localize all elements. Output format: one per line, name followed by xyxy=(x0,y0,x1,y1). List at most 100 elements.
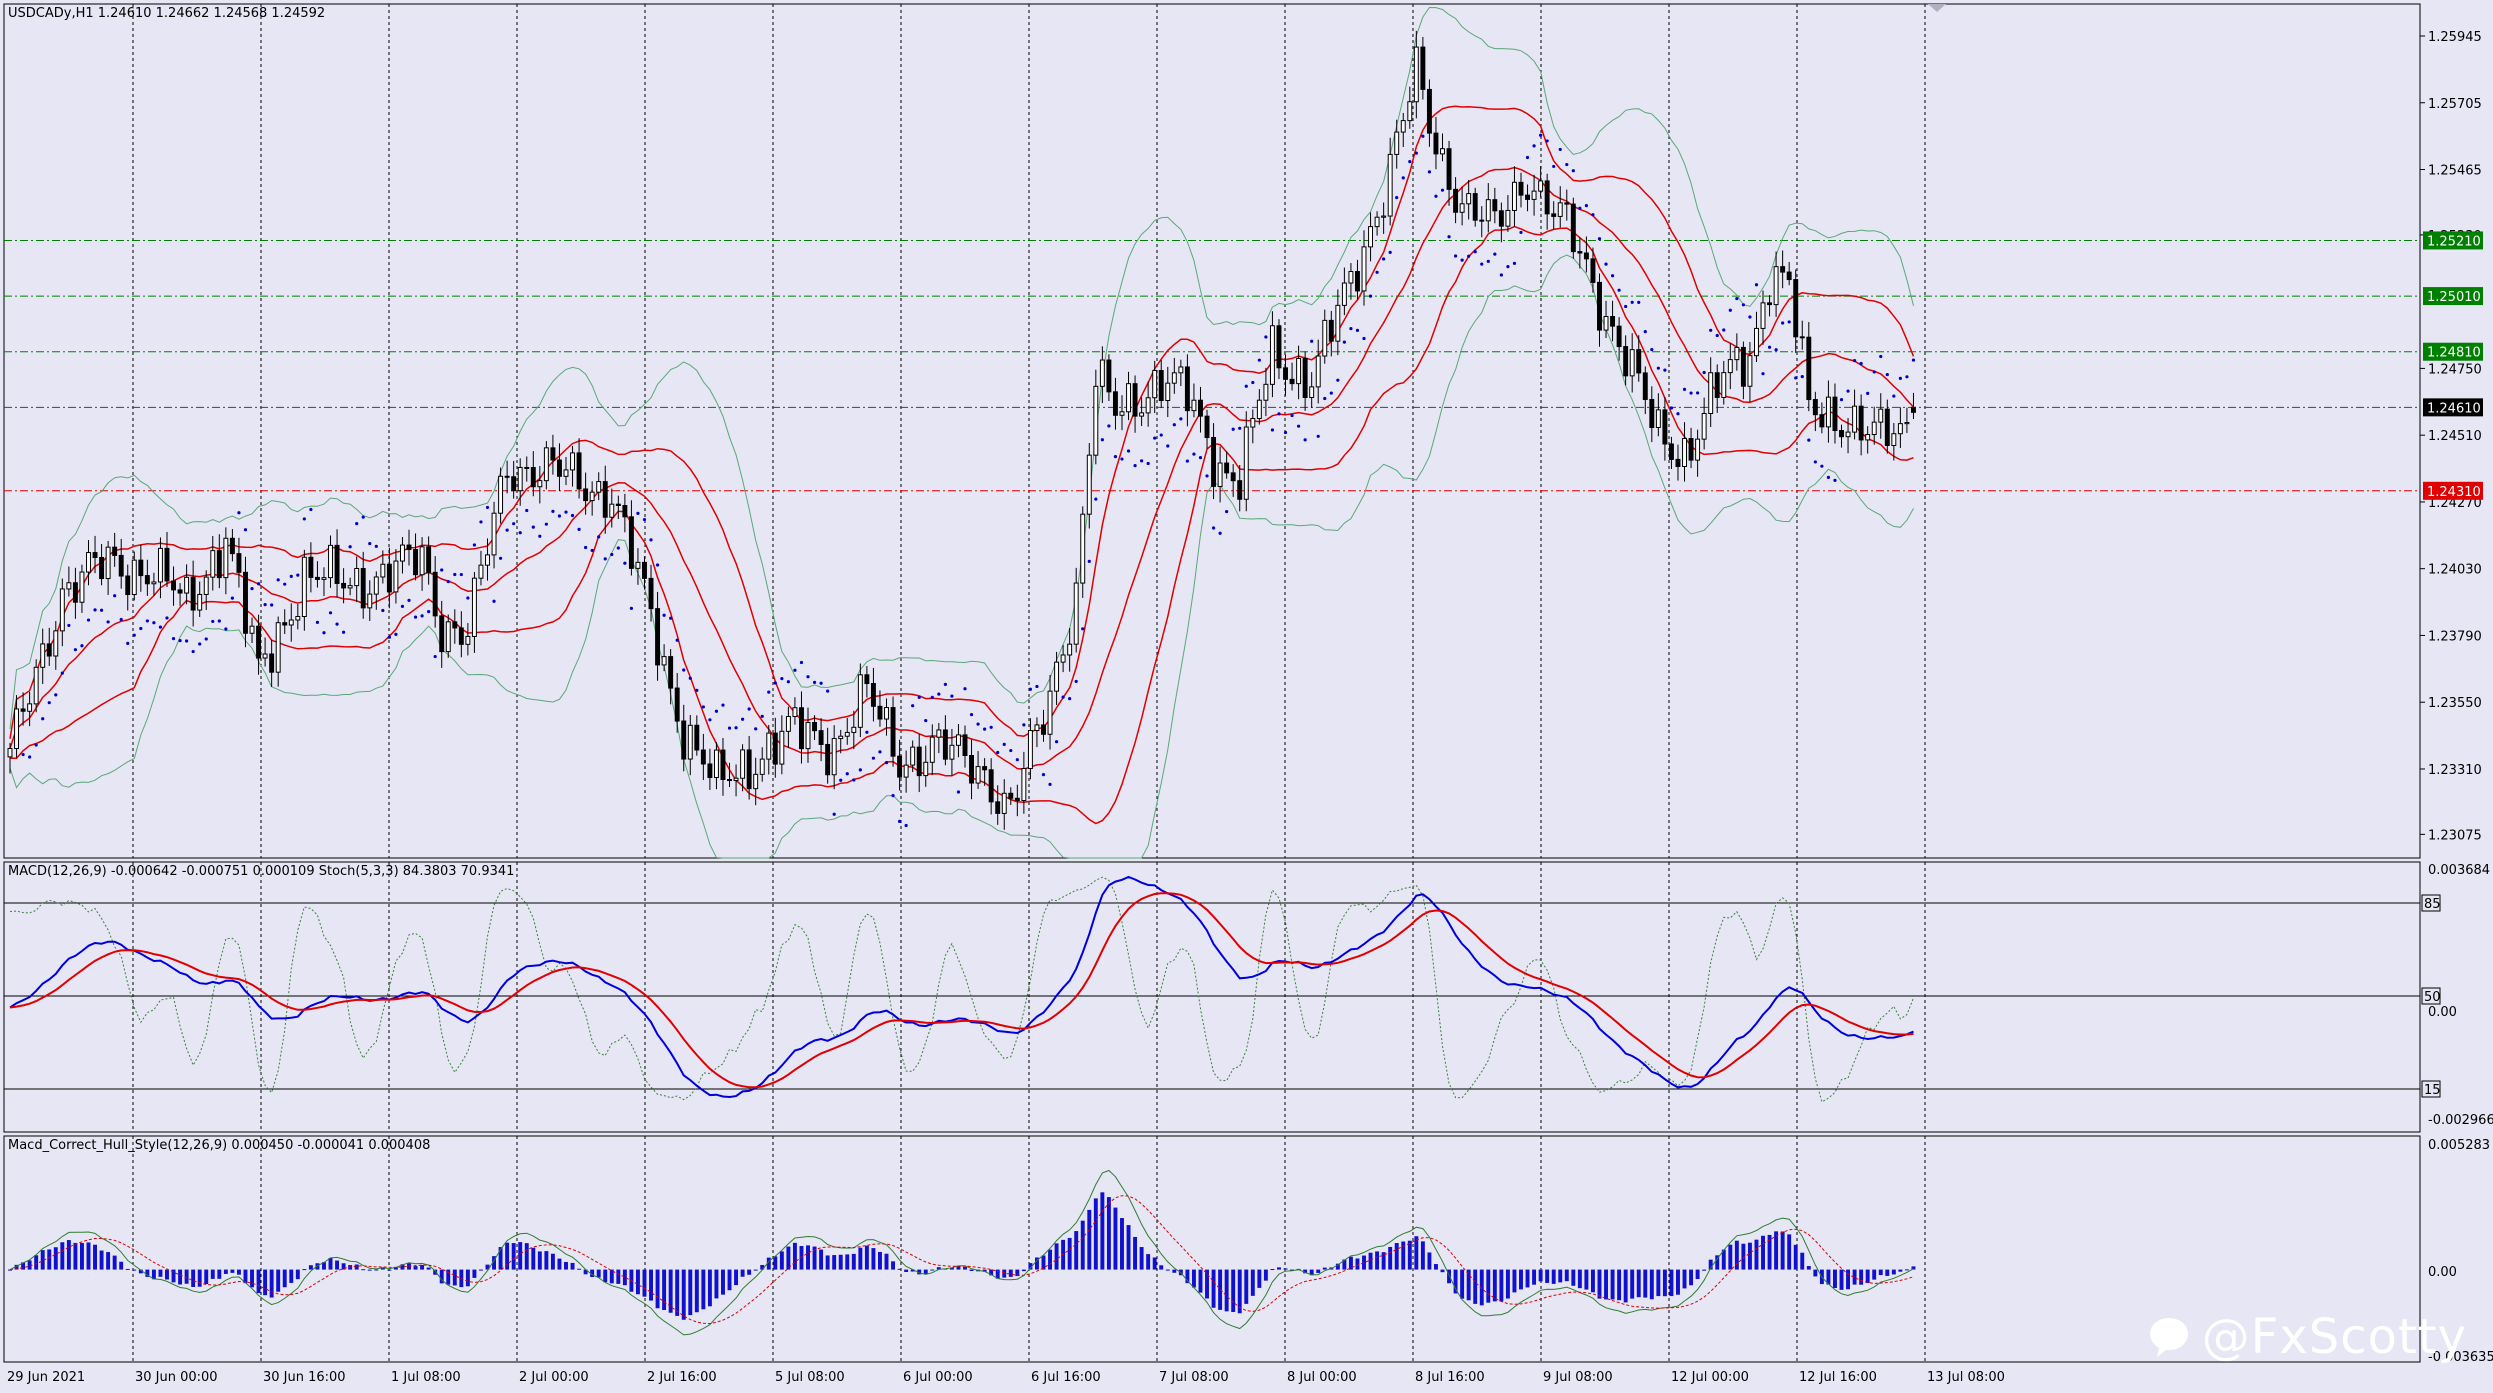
hull-hist-bar xyxy=(1113,1207,1118,1270)
hull-hist-bar xyxy=(1656,1269,1661,1297)
psar-dot xyxy=(1689,391,1693,395)
psar-dot xyxy=(1833,478,1837,482)
hull-hist-bar xyxy=(1486,1269,1491,1303)
psar-dot xyxy=(845,772,849,776)
psar-dot xyxy=(348,545,352,549)
candle-body xyxy=(1191,399,1197,412)
psar-dot xyxy=(1558,147,1562,152)
hull-hist-bar xyxy=(1695,1269,1700,1280)
time-axis-label: 6 Jul 16:00 xyxy=(1031,1370,1101,1385)
hull-hist-bar xyxy=(832,1255,837,1270)
psar-dot xyxy=(812,680,817,684)
psar-dot xyxy=(1735,296,1739,301)
candle-body xyxy=(1825,396,1831,428)
candle-body xyxy=(471,577,477,637)
hull-hist-bar xyxy=(387,1269,392,1271)
chart-canvas[interactable]: 29 Jun 2021 30 Jun 00:00 30 Jun 16:00 1 Jul… xyxy=(0,0,2493,1389)
hull-hist-bar xyxy=(603,1269,608,1283)
psar-dot xyxy=(158,625,163,629)
hull-hist-bar xyxy=(86,1242,91,1270)
candle-body xyxy=(602,481,608,518)
psar-dot xyxy=(1722,328,1726,332)
hull-hist-bar xyxy=(1532,1269,1537,1285)
psar-dot xyxy=(1231,427,1235,431)
psar-dot xyxy=(400,604,405,608)
psar-dot xyxy=(996,750,1000,755)
candle-body xyxy=(203,576,209,595)
psar-dot xyxy=(603,557,607,561)
psar-dot xyxy=(132,633,136,637)
candle-body xyxy=(1799,336,1805,339)
hull-hist-bar xyxy=(335,1260,340,1270)
psar-dot xyxy=(1211,526,1216,530)
time-axis-label: 9 Jul 08:00 xyxy=(1543,1370,1613,1385)
psar-dot xyxy=(629,606,634,610)
time-axis-label: 12 Jul 16:00 xyxy=(1799,1370,1877,1385)
candle-body xyxy=(923,761,929,777)
psar-dot xyxy=(1140,459,1144,463)
candle-body xyxy=(740,749,746,779)
psar-dot xyxy=(152,621,156,625)
candle-body xyxy=(844,731,850,737)
psar-dot xyxy=(1107,424,1111,428)
psar-dot xyxy=(943,682,947,686)
trading-chart-window[interactable]: 29 Jun 2021 30 Jun 00:00 30 Jun 16:00 1 Jul… xyxy=(0,0,2493,1389)
hull-hist-bar xyxy=(544,1251,549,1270)
psar-dot xyxy=(662,613,666,617)
hull-hist-bar xyxy=(1420,1241,1425,1270)
hull-hist-bar xyxy=(1780,1231,1785,1270)
candle-body xyxy=(118,554,124,577)
candle-body xyxy=(1328,319,1334,342)
macd-axis-label: 15 xyxy=(2424,1083,2441,1098)
psar-dot xyxy=(1702,370,1706,375)
candle-body xyxy=(373,576,379,595)
psar-dot xyxy=(1264,335,1268,339)
psar-dot xyxy=(1480,262,1484,266)
psar-dot xyxy=(1395,195,1399,200)
hull-hist-bar xyxy=(1263,1269,1268,1281)
psar-dot xyxy=(1519,230,1523,235)
candle-body xyxy=(1034,724,1040,732)
hull-hist-bar xyxy=(1813,1269,1818,1277)
candle-body xyxy=(982,766,988,771)
psar-dot xyxy=(884,761,889,765)
hull-hist-bar xyxy=(1172,1269,1177,1273)
psar-dot xyxy=(1728,308,1732,312)
candle-body xyxy=(687,724,693,760)
candle-body xyxy=(1538,180,1544,192)
candle-body xyxy=(857,674,863,728)
panel-frame xyxy=(3,3,2421,859)
candle-body xyxy=(1675,458,1681,467)
macd-stoch-panel xyxy=(9,875,1914,1103)
hull-hist-bar xyxy=(34,1255,39,1270)
hull-hist-bar xyxy=(792,1242,797,1270)
candle-body xyxy=(589,491,595,502)
candle-body xyxy=(648,577,654,610)
hull-hist-bar xyxy=(256,1269,261,1294)
candle-body xyxy=(452,621,458,629)
hull-hist-bar xyxy=(112,1255,117,1270)
hull-hist-bar xyxy=(701,1269,706,1310)
candle-body xyxy=(1714,372,1720,398)
hull-hist-bar xyxy=(1126,1225,1131,1270)
candle-body xyxy=(556,459,562,477)
psar-dot xyxy=(67,623,71,628)
hull-hist-bar xyxy=(891,1261,896,1270)
psar-dot xyxy=(1179,417,1183,421)
chart-header: USDCADy,H1 1.24610 1.24662 1.24568 1.245… xyxy=(8,6,325,21)
psar-dot xyxy=(1682,387,1687,391)
psar-dot xyxy=(1172,423,1176,427)
candle-body xyxy=(517,466,523,492)
psar-dot xyxy=(1225,509,1229,514)
hull-hist-bar xyxy=(1728,1244,1733,1270)
psar-dot xyxy=(1421,134,1425,138)
price-axis-label: 1.25465 xyxy=(2428,164,2482,179)
candle-body xyxy=(1440,148,1445,155)
candle-body xyxy=(1407,101,1413,122)
psar-dot xyxy=(93,608,97,612)
hull-hist-bar xyxy=(1584,1269,1589,1290)
candle-body xyxy=(1178,366,1184,374)
candle-body xyxy=(432,571,438,617)
scroll-marker-icon[interactable] xyxy=(1928,4,1946,12)
psar-dot xyxy=(1081,627,1085,631)
